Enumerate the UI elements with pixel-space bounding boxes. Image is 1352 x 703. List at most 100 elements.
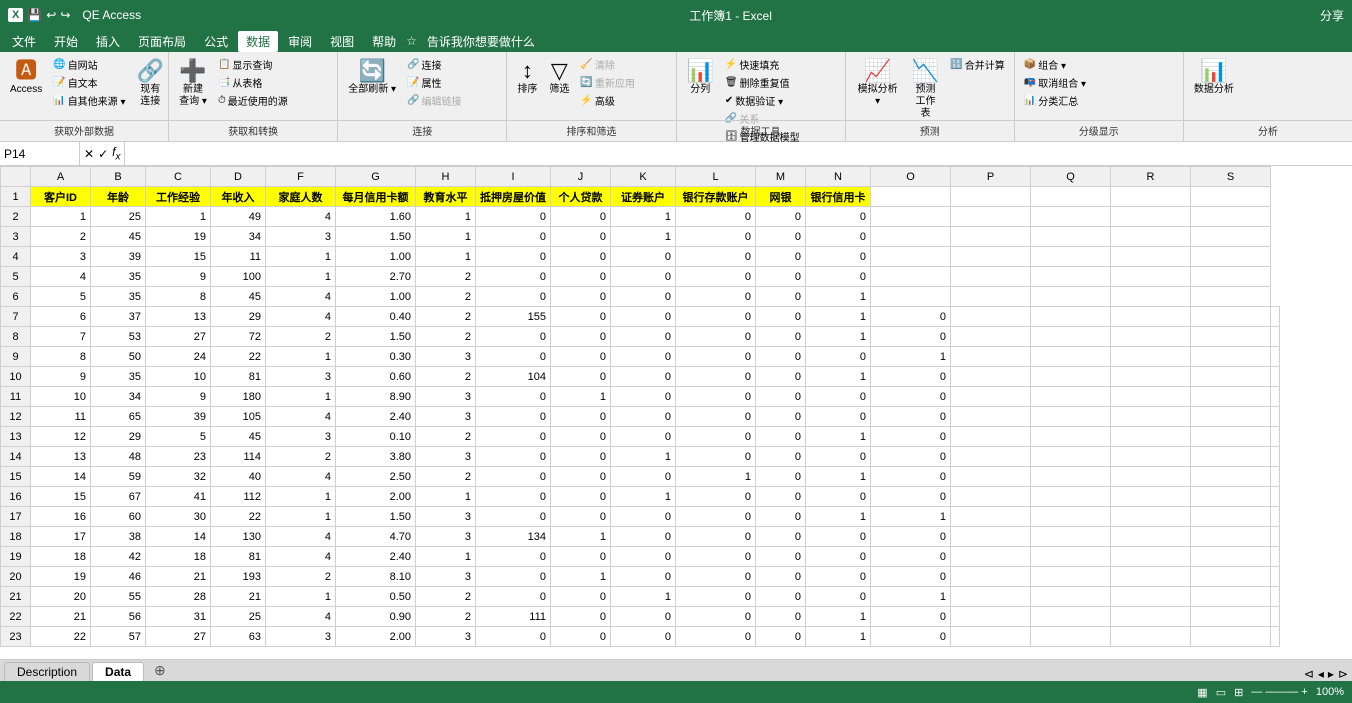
cell-21-col7[interactable]: 0 (476, 587, 551, 607)
cell-5-col4[interactable]: 1 (266, 267, 336, 287)
cell-17-col2[interactable]: 30 (146, 507, 211, 527)
cell-9-col12[interactable]: 0 (806, 347, 871, 367)
cell-10-col10[interactable]: 0 (676, 367, 756, 387)
cell-22-col2[interactable]: 31 (146, 607, 211, 627)
cell-13-extra-0[interactable] (951, 427, 1031, 447)
col-k[interactable]: K (611, 167, 676, 187)
filter-button[interactable]: ▽ 筛选 (545, 56, 573, 98)
cell-14-col10[interactable]: 0 (676, 447, 756, 467)
cell-4-col0[interactable]: 3 (31, 247, 91, 267)
cell-2-col6[interactable]: 1 (416, 207, 476, 227)
cell-7-col7[interactable]: 155 (476, 307, 551, 327)
page-layout-icon[interactable]: ▭ (1216, 686, 1226, 699)
sheet-tab-description[interactable]: Description (4, 662, 90, 681)
cell-23-col2[interactable]: 27 (146, 627, 211, 647)
cell-2-col1[interactable]: 25 (91, 207, 146, 227)
cell-19-col2[interactable]: 18 (146, 547, 211, 567)
cell-14-col1[interactable]: 48 (91, 447, 146, 467)
cell-18-extra-2[interactable] (1111, 527, 1191, 547)
cell-19-col9[interactable]: 0 (611, 547, 676, 567)
cell-15-col9[interactable]: 0 (611, 467, 676, 487)
cell-6-extra-1[interactable] (951, 287, 1031, 307)
cell-11-col13[interactable]: 0 (871, 387, 951, 407)
cell-14-col9[interactable]: 1 (611, 447, 676, 467)
menu-item-review[interactable]: 审阅 (280, 31, 320, 52)
col-i[interactable]: I (476, 167, 551, 187)
cell-13-col9[interactable]: 0 (611, 427, 676, 447)
header-securities[interactable]: 证券账户 (611, 187, 676, 207)
cell-7-col9[interactable]: 0 (611, 307, 676, 327)
cell-2-extra-2[interactable] (1031, 207, 1111, 227)
web-button[interactable]: 🌐自网站 (50, 56, 128, 73)
col-p[interactable]: P (951, 167, 1031, 187)
cell-3-extra-3[interactable] (1111, 227, 1191, 247)
cell-16-col3[interactable]: 112 (211, 487, 266, 507)
cell-22-col8[interactable]: 0 (551, 607, 611, 627)
cell-23-col9[interactable]: 0 (611, 627, 676, 647)
cell-19-col10[interactable]: 0 (676, 547, 756, 567)
cell-22-col6[interactable]: 2 (416, 607, 476, 627)
quick-save[interactable]: 💾 (27, 8, 42, 22)
recent-sources-button[interactable]: ⏱最近使用的源 (215, 92, 291, 109)
cell-17-col8[interactable]: 0 (551, 507, 611, 527)
cell-9-col7[interactable]: 0 (476, 347, 551, 367)
cell-7-col4[interactable]: 4 (266, 307, 336, 327)
cell-3-extra-1[interactable] (951, 227, 1031, 247)
cell-21-extra-2[interactable] (1111, 587, 1191, 607)
cell-8-col13[interactable]: 0 (871, 327, 951, 347)
cell-10-extra-1[interactable] (1031, 367, 1111, 387)
cell-14-col11[interactable]: 0 (756, 447, 806, 467)
cell-21-col11[interactable]: 0 (756, 587, 806, 607)
col-a[interactable]: A (31, 167, 91, 187)
cell-9-extra-1[interactable] (1031, 347, 1111, 367)
cell-6-col3[interactable]: 45 (211, 287, 266, 307)
cell-15-col11[interactable]: 0 (756, 467, 806, 487)
cell-22-col10[interactable]: 0 (676, 607, 756, 627)
cell-18-col10[interactable]: 0 (676, 527, 756, 547)
cell-12-col3[interactable]: 105 (211, 407, 266, 427)
cell-23-col7[interactable]: 0 (476, 627, 551, 647)
cell-16-extra-1[interactable] (1031, 487, 1111, 507)
cell-21-col9[interactable]: 1 (611, 587, 676, 607)
cell-17-col6[interactable]: 3 (416, 507, 476, 527)
cell-3-col3[interactable]: 34 (211, 227, 266, 247)
cell-6-col1[interactable]: 35 (91, 287, 146, 307)
cell-18-col7[interactable]: 134 (476, 527, 551, 547)
col-c[interactable]: C (146, 167, 211, 187)
ungroup-button[interactable]: 📭取消组合 ▾ (1021, 74, 1089, 91)
col-j[interactable]: J (551, 167, 611, 187)
cell-17-col10[interactable]: 0 (676, 507, 756, 527)
cell-18-col9[interactable]: 0 (611, 527, 676, 547)
cell-8-col0[interactable]: 7 (31, 327, 91, 347)
cell-23-col10[interactable]: 0 (676, 627, 756, 647)
cell-4-col10[interactable]: 0 (676, 247, 756, 267)
col-d[interactable]: D (211, 167, 266, 187)
cell-14-col7[interactable]: 0 (476, 447, 551, 467)
cell-16-extra-3[interactable] (1191, 487, 1271, 507)
cell-7-extra-4[interactable] (1271, 307, 1280, 327)
cell-2-col2[interactable]: 1 (146, 207, 211, 227)
cell-6-col4[interactable]: 4 (266, 287, 336, 307)
cell-4-col1[interactable]: 39 (91, 247, 146, 267)
cell-12-col8[interactable]: 0 (551, 407, 611, 427)
cell-19-col5[interactable]: 2.40 (336, 547, 416, 567)
cell-5-extra-2[interactable] (1031, 267, 1111, 287)
cell-20-col8[interactable]: 1 (551, 567, 611, 587)
cell-5-col11[interactable]: 0 (756, 267, 806, 287)
cell-20-col10[interactable]: 0 (676, 567, 756, 587)
zoom-slider[interactable]: — ——— + (1251, 686, 1308, 698)
cell-4-col6[interactable]: 1 (416, 247, 476, 267)
cell-5-extra-4[interactable] (1191, 267, 1271, 287)
cell-14-extra-1[interactable] (1031, 447, 1111, 467)
cell-4-extra-4[interactable] (1191, 247, 1271, 267)
col-l[interactable]: L (676, 167, 756, 187)
cell-17-extra-1[interactable] (1031, 507, 1111, 527)
cancel-icon[interactable]: ✕ (84, 147, 94, 161)
cell-3-extra-2[interactable] (1031, 227, 1111, 247)
cell-20-extra-1[interactable] (1031, 567, 1111, 587)
cell-5-col1[interactable]: 35 (91, 267, 146, 287)
menu-item-home[interactable]: 开始 (46, 31, 86, 52)
cell-15-col6[interactable]: 2 (416, 467, 476, 487)
cell-2-col3[interactable]: 49 (211, 207, 266, 227)
menu-search[interactable]: 告诉我你想要做什么 (419, 31, 543, 52)
